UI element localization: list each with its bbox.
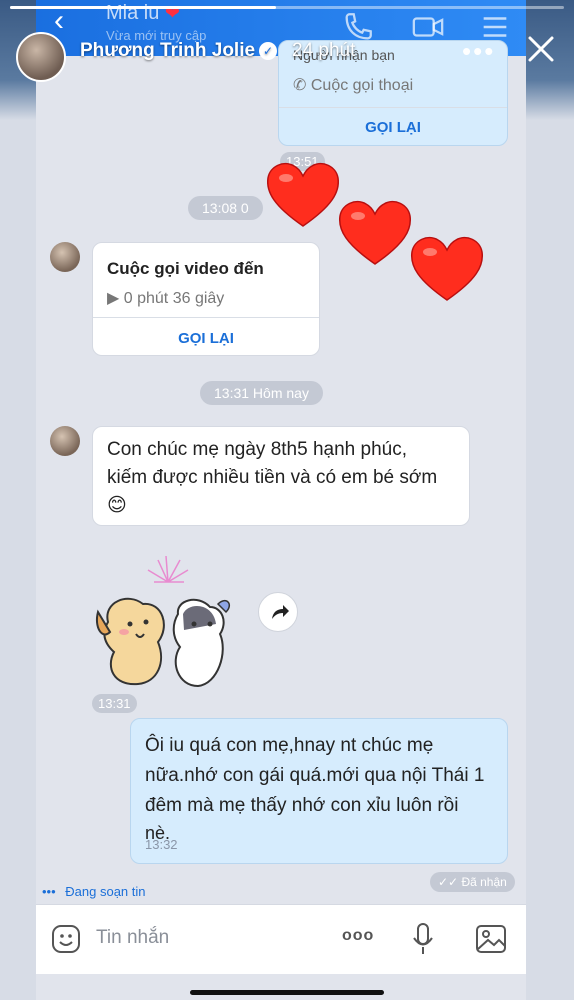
message-line: đêm mà mẹ thấy nhớ con xỉu luôn rồi xyxy=(145,795,459,816)
more-options-button[interactable]: ••• xyxy=(462,36,495,67)
typing-label: Đang soạn tin xyxy=(65,884,146,899)
avatar[interactable] xyxy=(50,242,80,272)
microphone-icon[interactable] xyxy=(410,921,436,957)
status-label: Đã nhận xyxy=(461,875,507,889)
sticker-dogs[interactable] xyxy=(88,552,248,690)
story-header: Phương Trinh Jolie ✓ 24 phút ••• xyxy=(0,18,574,88)
message-line: Ôi iu quá con mẹ,hnay nt chúc mẹ xyxy=(145,735,434,756)
home-indicator xyxy=(190,990,384,995)
image-gallery-icon[interactable] xyxy=(474,923,508,955)
heart-icon xyxy=(410,236,484,301)
message-line: Con chúc mẹ ngày 8th5 hạnh phúc, xyxy=(107,439,407,460)
video-call-duration: 0 phút 36 giây xyxy=(123,290,225,307)
double-check-icon: ✓✓ xyxy=(438,875,459,889)
video-call-duration-row: ▶ 0 phút 36 giây xyxy=(107,288,224,308)
incoming-video-call-card: Cuộc gọi video đến ▶ 0 phút 36 giây GỌI … xyxy=(92,242,320,356)
story-author[interactable]: Phương Trinh Jolie ✓ xyxy=(80,40,278,62)
smile-emoji: 😊 xyxy=(107,495,127,516)
received-message-bubble[interactable]: Con chúc mẹ ngày 8th5 hạnh phúc, kiếm đư… xyxy=(92,426,470,526)
more-options-icon[interactable]: ooo xyxy=(342,927,374,945)
verified-icon: ✓ xyxy=(259,41,278,60)
video-call-title: Cuộc gọi video đến xyxy=(107,259,264,278)
sent-message-bubble[interactable]: Ôi iu quá con mẹ,hnay nt chúc mẹ nữa.nhớ… xyxy=(130,718,508,864)
status-badge: ✓✓ Đã nhận xyxy=(430,872,515,892)
message-input[interactable]: Tin nhắn xyxy=(96,927,169,949)
card-divider xyxy=(93,317,319,318)
avatar[interactable] xyxy=(16,32,66,82)
chat-app: ‹ Mia iu ❤ Vừa mới truy cập Người nhận b… xyxy=(36,0,526,1000)
message-line: nữa.nhớ con gái quá.mới qua nội Thái 1 xyxy=(145,765,485,786)
call-back-button[interactable]: GỌI LẠI xyxy=(93,330,319,347)
date-separator: 13:08 0 xyxy=(188,196,263,220)
call-back-button[interactable]: GỌI LẠI xyxy=(279,119,507,136)
message-time: 13:32 xyxy=(145,837,178,852)
missed-video-icon: ▶ xyxy=(107,290,120,307)
story-timestamp: 24 phút xyxy=(292,40,356,61)
typing-indicator: ••• Đang soạn tin xyxy=(42,884,146,899)
emoji-sticker-icon[interactable] xyxy=(50,923,82,955)
heart-icon xyxy=(338,200,412,265)
heart-icon xyxy=(266,162,340,227)
story-progress-fill xyxy=(10,6,276,9)
message-time: 13:31 xyxy=(92,694,137,713)
story-author-name: Phương Trinh Jolie xyxy=(80,40,256,61)
close-icon[interactable] xyxy=(524,32,558,66)
message-composer: Tin nhắn ooo xyxy=(36,904,526,974)
forward-button[interactable] xyxy=(258,592,298,632)
card-divider xyxy=(279,107,507,108)
story-progress-bar xyxy=(10,6,564,9)
forward-icon xyxy=(272,605,289,619)
date-separator: 13:31 Hôm nay xyxy=(200,381,323,405)
typing-dots-icon: ••• xyxy=(42,884,56,899)
avatar[interactable] xyxy=(50,426,80,456)
message-line: kiếm được nhiều tiền và có em bé sớm xyxy=(107,467,438,488)
